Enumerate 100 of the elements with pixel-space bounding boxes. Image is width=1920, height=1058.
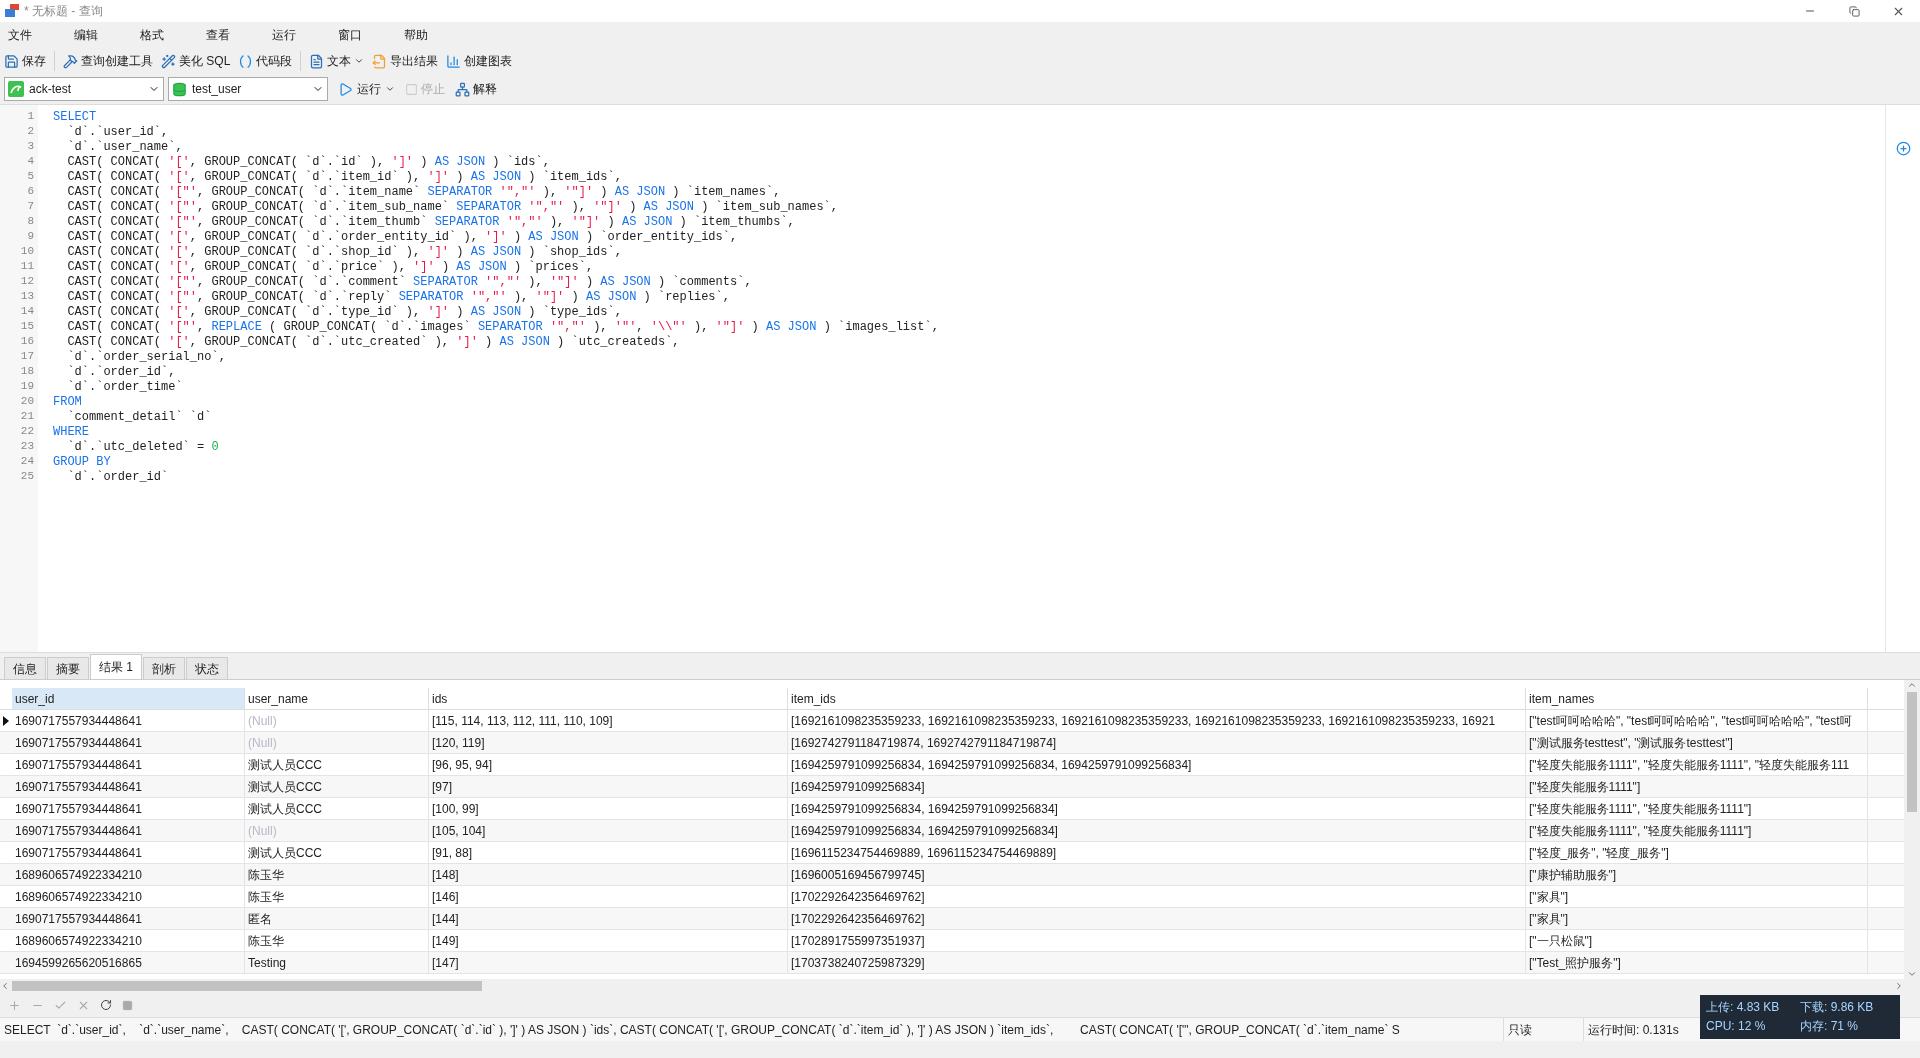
table-cell-text: 测试人员CCC xyxy=(248,778,322,796)
result-tab[interactable]: 摘要 xyxy=(47,657,89,679)
table-cell-text: [115, 114, 113, 112, 111, 110, 109] xyxy=(432,712,613,730)
stop-icon[interactable] xyxy=(122,999,133,1011)
table-cell-text: ["轻度失能服务1111", "轻度失能服务1111"] xyxy=(1529,822,1752,840)
menu-item[interactable]: 运行 xyxy=(268,26,300,44)
table-cell-text: [97] xyxy=(432,778,452,796)
table-cell-text: [1692161098235359233, 1692161098235359233, 1692161098235359233, 1692161098235359233, 1692161098235359233, 16921 xyxy=(791,712,1496,730)
scroll-down-icon[interactable] xyxy=(1907,969,1917,979)
table-cell-text: [1694259791099256834, 1694259791099256834] xyxy=(791,800,1058,818)
scroll-right-icon[interactable] xyxy=(1894,981,1904,991)
toolbar-button[interactable]: 创建图表 xyxy=(446,49,513,73)
table-cell-text: 测试人员CCC xyxy=(248,756,322,774)
toolbar-button[interactable]: 保存 xyxy=(4,49,46,73)
toolbar-button[interactable]: 美化 SQL xyxy=(161,49,231,73)
hammer-icon xyxy=(63,53,78,69)
table-cell-text: ["测试服务testtest", "测试服务testtest"] xyxy=(1529,734,1733,752)
table-cell-text: ["一只松鼠"] xyxy=(1529,932,1593,950)
add-icon[interactable] xyxy=(1895,141,1911,156)
status-sql: SELECT `d`.`user_id`, `d`.`user_name`, CAST( CONCAT( '[', GROUP_CONCAT( `d`.`id` ), ']' ) AS JSON ) `ids`, CAST( CONCAT( '[', GROUP_CONCAT( `d`.`item_id` ), ']' ) AS JSON ) `item_ids`, CAST( CONCAT( '["', GROUP_CONCAT( `d`.`item_name` S xyxy=(4,1021,1400,1039)
scroll-up-icon[interactable] xyxy=(1907,680,1917,690)
code-line: CAST( CONCAT( '[', GROUP_CONCAT( `d`.`price` ), ']' ) AS JSON ) `prices`, xyxy=(66,260,594,274)
column-header[interactable]: item_ids xyxy=(788,688,1526,709)
line-number: 21 xyxy=(19,409,35,424)
save-icon xyxy=(4,53,19,69)
add-record-icon[interactable] xyxy=(8,998,21,1012)
table-cell-text: [96, 95, 94] xyxy=(432,756,493,774)
table-cell-text: [1694259791099256834] xyxy=(791,778,925,796)
column-header[interactable]: user_name xyxy=(245,688,429,709)
refresh-icon[interactable] xyxy=(100,999,112,1011)
line-number: 22 xyxy=(19,424,35,439)
result-tab[interactable]: 结果 1 xyxy=(90,654,142,679)
line-number: 9 xyxy=(26,229,35,244)
code-line: `comment_detail` `d` xyxy=(66,410,212,424)
menu-item[interactable]: 文件 xyxy=(4,26,36,44)
line-number: 20 xyxy=(19,394,35,409)
table-cell-text: 陈玉华 xyxy=(248,932,284,950)
caret-icon xyxy=(354,56,365,66)
code-line: GROUP BY xyxy=(53,455,111,469)
table-cell-text: 1690717557934448641 xyxy=(15,734,142,752)
code-line: CAST( CONCAT( '[', GROUP_CONCAT( `d`.`id` ), ']' ) AS JSON ) `ids`, xyxy=(66,155,550,169)
app-logo-icon xyxy=(4,3,20,19)
run-button[interactable]: 运行 xyxy=(338,80,395,98)
status-runtime: 运行时间: 0.131s xyxy=(1588,1021,1679,1039)
chart-icon xyxy=(446,53,462,69)
document-icon xyxy=(309,53,325,69)
table-cell-text: [1702891755997351937] xyxy=(791,932,925,950)
column-header[interactable]: user_id xyxy=(12,688,245,709)
toolbar-button[interactable]: 代码段 xyxy=(238,49,293,73)
menu-item[interactable]: 查看 xyxy=(202,26,234,44)
line-number: 3 xyxy=(26,139,35,154)
line-number: 24 xyxy=(19,454,35,469)
line-number: 5 xyxy=(26,169,35,184)
table-cell-text: [1694259791099256834, 1694259791099256834] xyxy=(791,822,1058,840)
code-line: CAST( CONCAT( '[', GROUP_CONCAT( `d`.`shop_id` ), ']' ) AS JSON ) `shop_ids`, xyxy=(66,245,622,259)
scroll-left-icon[interactable] xyxy=(0,981,10,991)
stop-icon xyxy=(405,82,418,96)
memory-usage: 内存: 71 % xyxy=(1800,1018,1860,1035)
result-tab[interactable]: 状态 xyxy=(186,657,228,679)
menu-item[interactable]: 帮助 xyxy=(400,26,432,44)
table-cell-text: ["轻度失能服务1111"] xyxy=(1529,778,1641,796)
table-cell-text: 1690717557934448641 xyxy=(15,778,142,796)
table-cell-text: Testing xyxy=(248,954,287,972)
connection-select[interactable]: ack-test xyxy=(4,77,164,101)
code-line: WHERE xyxy=(53,425,89,439)
table-cell-text: [148] xyxy=(432,866,459,884)
table-cell-text: [1702292642356469762] xyxy=(791,910,925,928)
table-cell-text: ["轻度_服务", "轻度_服务"] xyxy=(1529,844,1669,862)
table-cell-text: [1696005169456799745] xyxy=(791,866,925,884)
database-icon xyxy=(172,81,187,97)
menu-item[interactable]: 窗口 xyxy=(334,26,366,44)
menu-item[interactable]: 格式 xyxy=(136,26,168,44)
result-tab[interactable]: 信息 xyxy=(4,657,46,679)
table-cell-text: [91, 88] xyxy=(432,844,473,862)
table-cell-text: (Null) xyxy=(248,734,277,752)
code-line: CAST( CONCAT( '["', GROUP_CONCAT( `d`.`comment` SEPARATOR '","' ), '"]' ) AS JSON ) `comments`, xyxy=(66,275,752,289)
result-tab[interactable]: 剖析 xyxy=(143,657,185,679)
vertical-scrollbar[interactable] xyxy=(1904,680,1920,979)
line-number: 1 xyxy=(26,109,35,124)
line-number: 10 xyxy=(19,244,35,259)
table-cell-text: (Null) xyxy=(248,712,277,730)
line-number: 18 xyxy=(19,364,35,379)
table-cell-text: 陈玉华 xyxy=(248,866,284,884)
menu-item[interactable]: 编辑 xyxy=(70,26,102,44)
toolbar-button[interactable]: 文本 xyxy=(309,49,365,73)
line-number: 15 xyxy=(19,319,35,334)
export-icon xyxy=(372,53,388,69)
table-cell-text: [105, 104] xyxy=(432,822,486,840)
line-number: 19 xyxy=(19,379,35,394)
database-select[interactable]: test_user xyxy=(168,77,328,101)
table-cell-text: ["轻度失能服务1111", "轻度失能服务1111", "轻度失能服务111 xyxy=(1529,756,1850,774)
column-header[interactable]: item_names xyxy=(1526,688,1868,709)
toolbar-button[interactable]: 导出结果 xyxy=(372,49,439,73)
table-cell-text: [146] xyxy=(432,888,459,906)
line-number: 7 xyxy=(26,199,35,214)
column-header[interactable]: ids xyxy=(429,688,788,709)
explain-button[interactable]: 解释 xyxy=(455,80,497,98)
line-number: 13 xyxy=(19,289,35,304)
table-cell-text: [100, 99] xyxy=(432,800,479,818)
toolbar-button[interactable]: 查询创建工具 xyxy=(63,49,153,73)
